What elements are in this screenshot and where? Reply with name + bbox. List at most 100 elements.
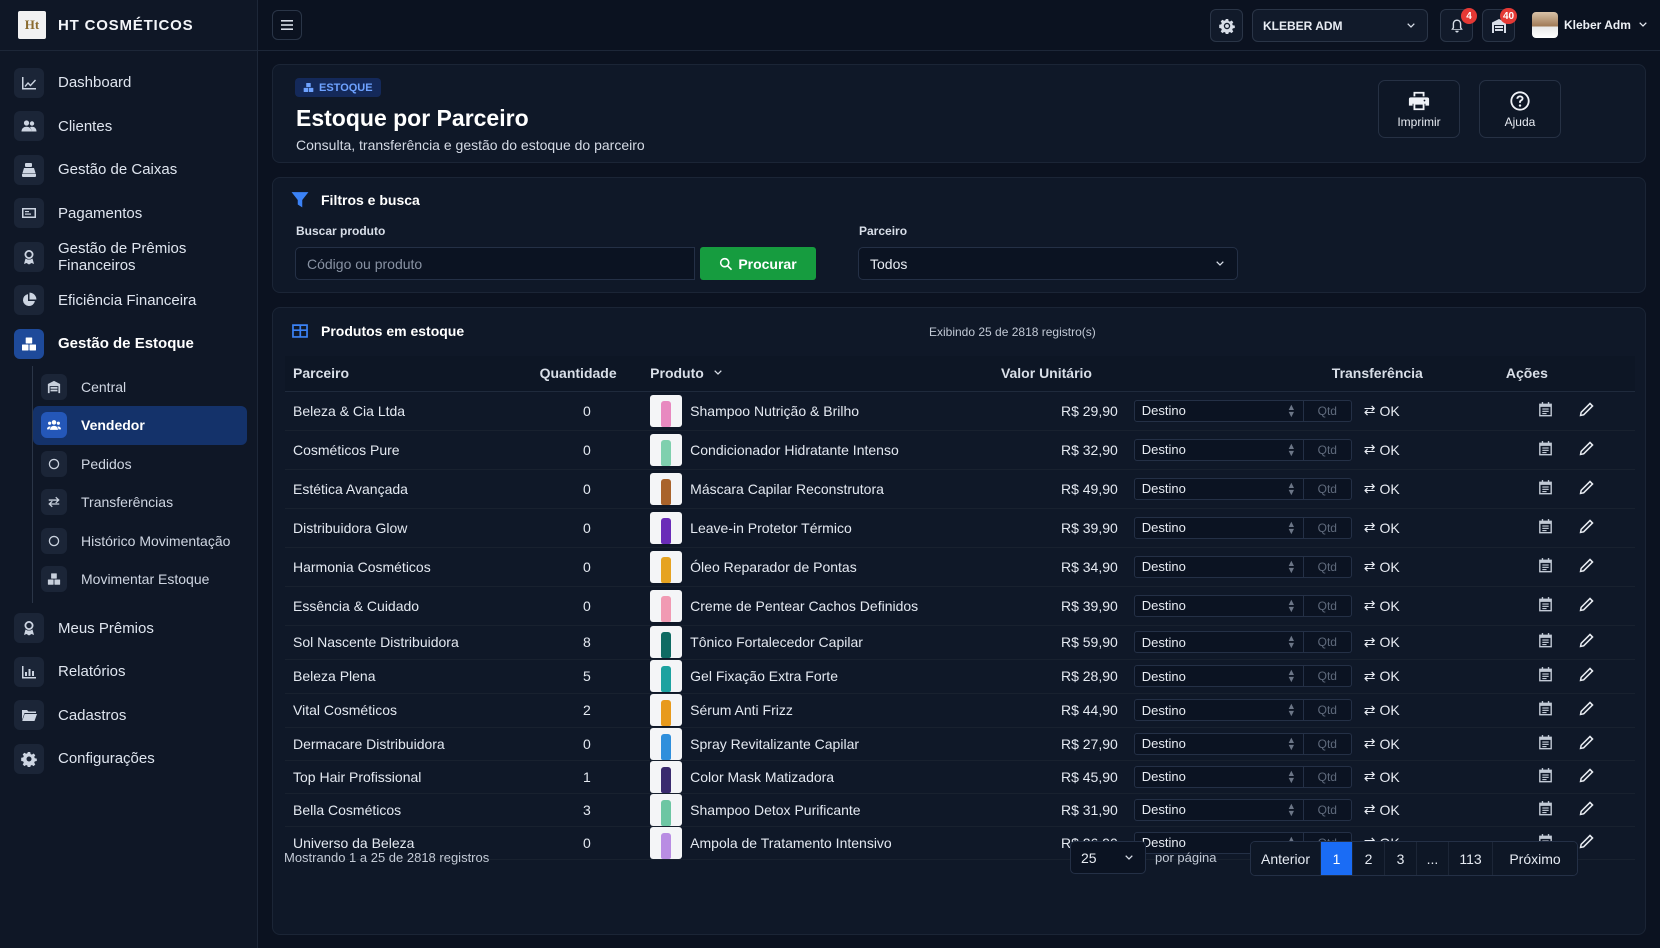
- notifications-button[interactable]: 4: [1440, 8, 1477, 42]
- sidebar-subitem-movimentar[interactable]: Movimentar Estoque: [33, 560, 247, 599]
- product-info[interactable]: Color Mask Matizadora: [650, 760, 985, 793]
- sidebar-item-dashboard[interactable]: Dashboard: [0, 61, 257, 105]
- sidebar-subitem-transferencias[interactable]: Transferências: [33, 483, 247, 522]
- per-page-select[interactable]: 25: [1070, 841, 1146, 874]
- history-button[interactable]: [1537, 800, 1554, 820]
- destination-select[interactable]: Destino ▲▼: [1133, 732, 1304, 755]
- destination-select[interactable]: Destino ▲▼: [1133, 438, 1304, 461]
- user-menu[interactable]: Kleber Adm: [1532, 12, 1649, 38]
- print-button[interactable]: Imprimir: [1378, 80, 1460, 138]
- transfer-quantity-input[interactable]: Qtd: [1303, 699, 1352, 721]
- product-info[interactable]: Ampola de Tratamento Intensivo: [650, 826, 985, 859]
- edit-button[interactable]: [1578, 666, 1595, 686]
- destination-select[interactable]: Destino ▲▼: [1133, 765, 1304, 788]
- destination-select[interactable]: Destino ▲▼: [1133, 399, 1304, 422]
- settings-button[interactable]: [1210, 9, 1243, 42]
- sidebar-item-gestao-estoque[interactable]: Gestão de Estoque: [0, 322, 257, 366]
- transfer-ok-button[interactable]: ⇄ OK: [1364, 480, 1400, 497]
- page-button[interactable]: 3: [1385, 842, 1417, 875]
- edit-button[interactable]: [1578, 401, 1595, 421]
- edit-button[interactable]: [1578, 596, 1595, 616]
- sidebar-item-relatorios[interactable]: Relatórios: [0, 650, 257, 694]
- brand[interactable]: Ht HT COSMÉTICOS: [0, 0, 257, 51]
- transfer-quantity-input[interactable]: Qtd: [1303, 732, 1352, 755]
- page-button[interactable]: 2: [1353, 842, 1385, 875]
- transfer-quantity-input[interactable]: Qtd: [1303, 798, 1352, 821]
- destination-select[interactable]: Destino ▲▼: [1133, 477, 1304, 500]
- history-button[interactable]: [1537, 479, 1554, 499]
- edit-button[interactable]: [1578, 557, 1595, 577]
- edit-button[interactable]: [1578, 734, 1595, 754]
- product-info[interactable]: Spray Revitalizante Capilar: [650, 727, 985, 760]
- product-info[interactable]: Condicionador Hidratante Intenso: [650, 433, 985, 466]
- sidebar-subitem-pedidos[interactable]: Pedidos: [33, 445, 247, 484]
- product-info[interactable]: Óleo Reparador de Pontas: [650, 550, 985, 583]
- edit-button[interactable]: [1578, 833, 1595, 853]
- history-button[interactable]: [1537, 557, 1554, 577]
- transfer-ok-button[interactable]: ⇄ OK: [1364, 668, 1400, 685]
- sidebar-item-configuracoes[interactable]: Configurações: [0, 737, 257, 781]
- history-button[interactable]: [1537, 596, 1554, 616]
- product-info[interactable]: Gel Fixação Extra Forte: [650, 660, 985, 692]
- edit-button[interactable]: [1578, 518, 1595, 538]
- product-info[interactable]: Shampoo Nutrição & Brilho: [650, 394, 985, 427]
- product-info[interactable]: Creme de Pentear Cachos Definidos: [650, 589, 985, 622]
- product-info[interactable]: Leave-in Protetor Térmico: [650, 511, 985, 544]
- history-button[interactable]: [1537, 767, 1554, 787]
- edit-button[interactable]: [1578, 440, 1595, 460]
- transfer-ok-button[interactable]: ⇄ OK: [1364, 634, 1400, 651]
- edit-button[interactable]: [1578, 479, 1595, 499]
- destination-select[interactable]: Destino ▲▼: [1133, 798, 1304, 821]
- sidebar-subitem-vendedor[interactable]: Vendedor: [33, 406, 247, 445]
- destination-select[interactable]: Destino ▲▼: [1133, 516, 1304, 539]
- sidebar-item-clientes[interactable]: Clientes: [0, 105, 257, 149]
- col-unit-value[interactable]: Valor Unitário: [992, 356, 1126, 392]
- destination-select[interactable]: Destino ▲▼: [1133, 631, 1304, 653]
- product-info[interactable]: Sérum Anti Frizz: [650, 694, 985, 726]
- history-button[interactable]: [1537, 401, 1554, 421]
- col-partner[interactable]: Parceiro: [285, 356, 532, 392]
- transfer-ok-button[interactable]: ⇄ OK: [1364, 801, 1400, 818]
- destination-select[interactable]: Destino ▲▼: [1133, 555, 1304, 578]
- transfer-quantity-input[interactable]: Qtd: [1303, 631, 1352, 653]
- search-button[interactable]: Procurar: [700, 247, 816, 280]
- col-product[interactable]: Produto: [642, 356, 993, 392]
- history-button[interactable]: [1537, 700, 1554, 720]
- transfer-quantity-input[interactable]: Qtd: [1303, 665, 1352, 687]
- product-info[interactable]: Shampoo Detox Purificante: [650, 793, 985, 826]
- prev-page-button[interactable]: Anterior: [1251, 842, 1321, 875]
- transfer-ok-button[interactable]: ⇄ OK: [1364, 558, 1400, 575]
- sidebar-subitem-historico[interactable]: Histórico Movimentação: [33, 522, 247, 561]
- account-select[interactable]: KLEBER ADM: [1252, 9, 1428, 42]
- sidebar-item-eficiencia[interactable]: Eficiência Financeira: [0, 279, 257, 323]
- transfer-quantity-input[interactable]: Qtd: [1303, 594, 1352, 617]
- transfer-ok-button[interactable]: ⇄ OK: [1364, 735, 1400, 752]
- destination-select[interactable]: Destino ▲▼: [1133, 699, 1304, 721]
- transfer-quantity-input[interactable]: Qtd: [1303, 555, 1352, 578]
- sidebar-item-pagamentos[interactable]: Pagamentos: [0, 192, 257, 236]
- transfer-quantity-input[interactable]: Qtd: [1303, 438, 1352, 461]
- help-button[interactable]: Ajuda: [1479, 80, 1561, 138]
- sidebar-subitem-central[interactable]: Central: [33, 368, 247, 407]
- next-page-button[interactable]: Próximo: [1493, 842, 1577, 875]
- sidebar-item-premios-financeiros[interactable]: Gestão de Prêmios Financeiros: [0, 235, 257, 279]
- edit-button[interactable]: [1578, 767, 1595, 787]
- destination-select[interactable]: Destino ▲▼: [1133, 665, 1304, 687]
- transfer-ok-button[interactable]: ⇄ OK: [1364, 597, 1400, 614]
- page-button[interactable]: 1: [1321, 842, 1353, 875]
- sidebar-item-meus-premios[interactable]: Meus Prêmios: [0, 607, 257, 651]
- history-button[interactable]: [1537, 734, 1554, 754]
- history-button[interactable]: [1537, 518, 1554, 538]
- page-button[interactable]: 113: [1449, 842, 1493, 875]
- transfer-ok-button[interactable]: ⇄ OK: [1364, 702, 1400, 719]
- transfer-ok-button[interactable]: ⇄ OK: [1364, 441, 1400, 458]
- transfer-ok-button[interactable]: ⇄ OK: [1364, 768, 1400, 785]
- product-info[interactable]: Máscara Capilar Reconstrutora: [650, 472, 985, 505]
- transfer-quantity-input[interactable]: Qtd: [1303, 516, 1352, 539]
- search-input[interactable]: Código ou produto: [295, 247, 695, 280]
- stock-alerts-button[interactable]: 40: [1482, 8, 1518, 42]
- transfer-quantity-input[interactable]: Qtd: [1303, 765, 1352, 788]
- edit-button[interactable]: [1578, 800, 1595, 820]
- col-quantity[interactable]: Quantidade: [531, 356, 643, 392]
- page-button[interactable]: ...: [1417, 842, 1449, 875]
